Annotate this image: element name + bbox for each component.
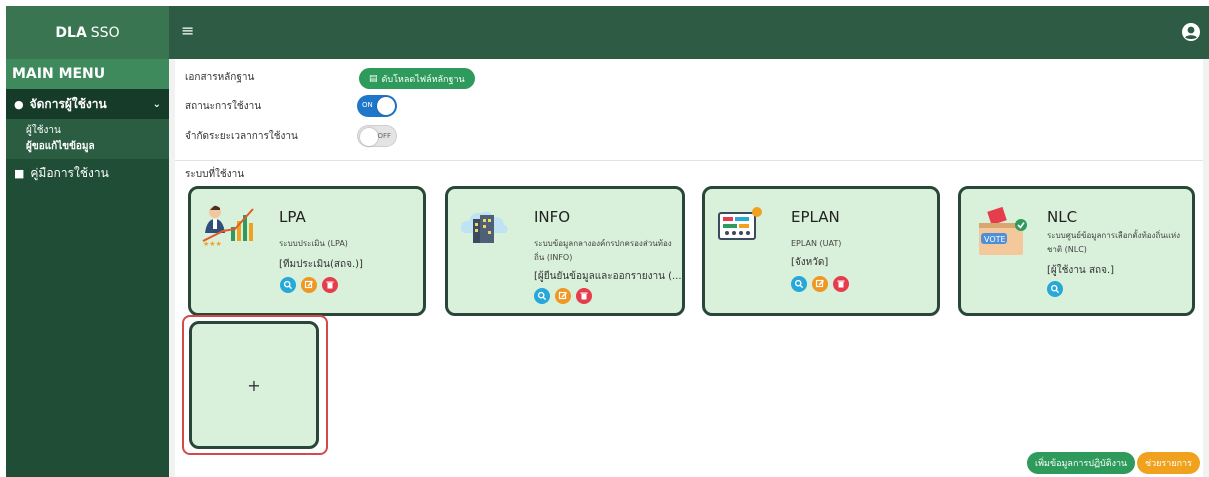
search-icon — [283, 280, 293, 290]
vote-label: VOTE — [984, 235, 1006, 244]
brand-rest: SSO — [90, 24, 120, 41]
search-icon — [1050, 284, 1060, 294]
toggle-knob — [360, 128, 378, 146]
time-limit-label: จำกัดระยะเวลาการใช้งาน — [185, 131, 298, 142]
add-system-card[interactable]: + — [189, 321, 319, 449]
help-button[interactable]: ช่วยรายการ — [1137, 452, 1200, 474]
card-title: INFO — [534, 208, 571, 226]
card-title: EPLAN — [791, 208, 840, 226]
ballot-box-icon: VOTE — [979, 206, 1027, 255]
cloud-building-icon — [460, 211, 508, 243]
card-actions — [534, 288, 592, 304]
sidebar-item-label: คู่มือการใช้งาน — [30, 165, 109, 180]
planning-board-icon — [718, 207, 762, 240]
card-role: [ทีมประเมิน(สถจ.)] — [279, 259, 363, 270]
view-button[interactable] — [534, 288, 550, 304]
system-card-info[interactable]: INFO ระบบข้อมูลกลางองค์กรปกครองส่วนท้องถ… — [445, 186, 685, 316]
sidebar-item-manual[interactable]: ■ คู่มือการใช้งาน — [6, 159, 169, 187]
search-icon — [537, 291, 547, 301]
book-icon: ■ — [14, 166, 25, 180]
card-role: [จังหวัด] — [791, 257, 829, 268]
sidebar-subitem-users[interactable]: ผู้ใช้งาน — [26, 123, 169, 139]
edit-button[interactable] — [812, 276, 828, 292]
sidebar: MAIN MENU ● จัดการผู้ใช้งาน ⌄ ผู้ใช้งาน … — [6, 59, 169, 477]
delete-button[interactable] — [576, 288, 592, 304]
plus-icon: + — [247, 375, 261, 395]
document-label: เอกสารหลักฐาน — [185, 72, 255, 83]
brand-logo[interactable]: DLA SSO — [6, 6, 169, 59]
trash-icon — [580, 292, 588, 300]
main-panel: เอกสารหลักฐาน ▤ ดับโหลดไฟล์หลักฐาน สถานะ… — [175, 59, 1203, 477]
systems-label: ระบบที่ใช้งาน — [185, 169, 245, 180]
edit-button[interactable] — [301, 277, 317, 293]
card-description: ระบบศูนย์ข้อมูลการเลือกตั้งท้องถิ่นแห่งช… — [1047, 231, 1181, 254]
toggle-knob — [377, 97, 395, 115]
time-limit-toggle[interactable]: OFF — [357, 125, 397, 147]
card-actions — [791, 276, 849, 292]
edit-icon — [558, 291, 567, 300]
card-role: [ผู้ยืนยันข้อมูลและออกรายงาน (... — [534, 271, 682, 282]
hamburger-icon[interactable]: ≡ — [181, 23, 194, 39]
sidebar-item-label: จัดการผู้ใช้งาน — [29, 96, 107, 111]
card-actions — [280, 277, 338, 293]
edit-icon — [304, 280, 313, 289]
chevron-down-icon: ⌄ — [152, 98, 161, 110]
analytics-person-icon: ★★★ — [202, 205, 254, 247]
user-icon: ● — [14, 97, 24, 111]
download-evidence-label: ดับโหลดไฟล์หลักฐาน — [381, 74, 465, 85]
top-bar: DLA SSO ≡ — [6, 6, 1209, 59]
brand-bold: DLA — [55, 24, 87, 41]
delete-button[interactable] — [322, 277, 338, 293]
time-limit-toggle-text: OFF — [377, 132, 391, 140]
content-area: เอกสารหลักฐาน ▤ ดับโหลดไฟล์หลักฐาน สถานะ… — [169, 59, 1209, 477]
file-icon: ▤ — [369, 73, 378, 84]
divider — [175, 160, 1203, 161]
card-description: ระบบข้อมูลกลางองค์กรปกครองส่วนท้องถิ่น (… — [534, 239, 672, 262]
status-toggle-text: ON — [362, 101, 373, 109]
main-menu-title: MAIN MENU — [6, 59, 169, 89]
svg-text:★★★: ★★★ — [203, 240, 222, 247]
view-button[interactable] — [791, 276, 807, 292]
card-description: EPLAN (UAT) — [791, 239, 842, 248]
edit-button[interactable] — [555, 288, 571, 304]
card-actions — [1047, 281, 1063, 297]
trash-icon — [326, 281, 334, 289]
view-button[interactable] — [280, 277, 296, 293]
sidebar-subitem-edit-requests[interactable]: ผู้ขอแก้ไขข้อมูล — [26, 139, 169, 155]
system-card-eplan[interactable]: EPLAN EPLAN (UAT) [จังหวัด] — [702, 186, 940, 316]
edit-icon — [815, 279, 824, 288]
card-role: [ผู้ใช้งาน สถจ.] — [1047, 265, 1115, 276]
search-icon — [794, 279, 804, 289]
status-label: สถานะการใช้งาน — [185, 101, 262, 112]
card-title: NLC — [1047, 208, 1078, 226]
download-evidence-button[interactable]: ▤ ดับโหลดไฟล์หลักฐาน — [359, 68, 475, 89]
card-title: LPA — [279, 208, 306, 226]
system-card-nlc[interactable]: VOTE NLC ระบบศูนย์ข้อมูลการเลือกตั้งท้อง… — [958, 186, 1195, 316]
status-toggle[interactable]: ON — [357, 95, 397, 117]
add-work-record-button[interactable]: เพิ่มข้อมูลการปฏิบัติงาน — [1027, 452, 1136, 474]
delete-button[interactable] — [833, 276, 849, 292]
system-card-lpa[interactable]: ★★★ LPA ระบบประเมิน (LPA) [ทีมประเมิน(สถ… — [188, 186, 426, 316]
view-button[interactable] — [1047, 281, 1063, 297]
submenu: ผู้ใช้งาน ผู้ขอแก้ไขข้อมูล — [6, 119, 169, 159]
trash-icon — [837, 280, 845, 288]
user-circle-icon[interactable] — [1181, 22, 1201, 42]
card-description: ระบบประเมิน (LPA) — [279, 239, 348, 248]
sidebar-item-user-management[interactable]: ● จัดการผู้ใช้งาน ⌄ — [6, 89, 169, 119]
